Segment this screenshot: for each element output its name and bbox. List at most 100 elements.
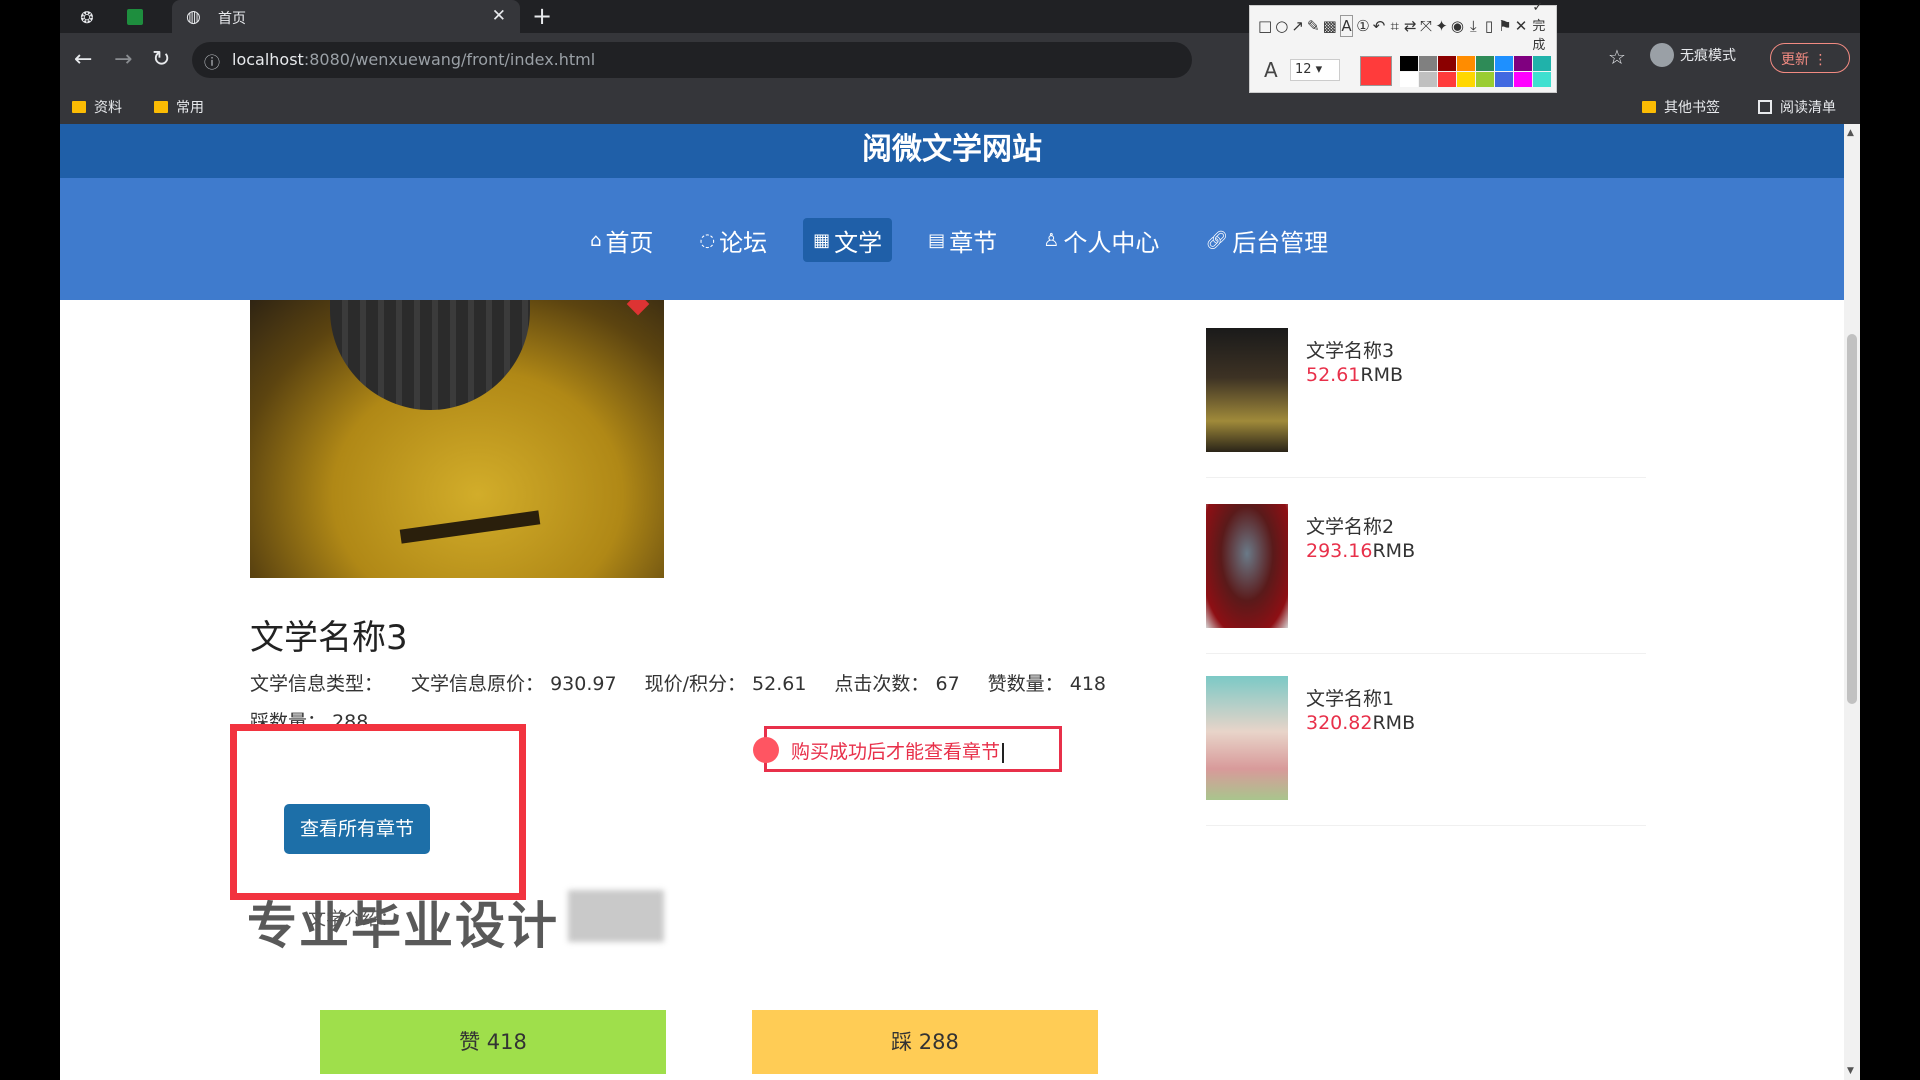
save-icon[interactable]: ▯ (1483, 15, 1496, 37)
color-swatch[interactable] (1514, 72, 1532, 87)
book-thumbnail[interactable] (1206, 676, 1288, 800)
web-page: 阅微文学网站 ⌂ 首页 ◌ 论坛 ▦ 文学 ▤ 章节 ♙ 个人中心 🔗︎ 后台管理 文学名称… (60, 124, 1844, 1080)
book-thumbnail[interactable] (1206, 328, 1288, 452)
reload-icon[interactable]: ↻ (152, 47, 170, 72)
intro-label: 文学介绍： (308, 909, 398, 930)
color-swatch[interactable] (1476, 72, 1494, 87)
done-button[interactable]: ✓ 完成 (1532, 0, 1556, 53)
nav-personal-center[interactable]: ♙ 个人中心 (1033, 218, 1169, 262)
dislike-button[interactable]: 踩 288 (752, 1010, 1098, 1074)
undo-icon[interactable]: ↶ (1373, 15, 1386, 37)
book-current-price: 现价/积分： 52.61 (644, 673, 807, 695)
scrollbar-thumb[interactable] (1847, 334, 1857, 704)
close-tab-icon[interactable]: ✕ (492, 6, 506, 26)
book-type: 文学信息类型： (250, 673, 384, 695)
arrow-tool-icon[interactable]: ↗ (1291, 15, 1304, 37)
reading-list-icon (1758, 100, 1772, 114)
color-swatch[interactable] (1457, 72, 1475, 87)
sidebar-book-name[interactable]: 文学名称1 (1306, 684, 1394, 711)
font-size-select[interactable]: 12 ▾ (1290, 59, 1340, 81)
bookmark-folder-materials[interactable]: 资料 (72, 97, 122, 117)
color-swatch[interactable] (1476, 56, 1494, 71)
color-swatch[interactable] (1514, 56, 1532, 71)
incognito-icon (1650, 43, 1674, 67)
tab-active[interactable]: ◍ 首页 ✕ (172, 0, 520, 33)
ocr-icon[interactable]: ⤧ (1420, 15, 1433, 37)
tab-strip: ❂ ◍ 首页 ✕ + (60, 0, 1860, 33)
rectangle-tool-icon[interactable]: □ (1258, 15, 1272, 37)
browser-menu-icon[interactable]: ❂ (76, 6, 98, 28)
info-icon[interactable]: ⓘ (204, 49, 220, 73)
color-swatch[interactable] (1419, 56, 1437, 71)
sidebar-book-price: 52.61RMB (1306, 364, 1404, 386)
nav-home[interactable]: ⌂ 首页 (580, 218, 663, 262)
annotation-marker-icon (753, 737, 779, 763)
mosaic-tool-icon[interactable]: ▩ (1323, 15, 1337, 37)
book-thumbnail[interactable] (1206, 504, 1288, 628)
translate-icon[interactable]: ⇄ (1404, 15, 1417, 37)
nav-chapters[interactable]: ▤ 章节 (918, 218, 1007, 262)
bookmarks-bar: 资料 常用 其他书签 阅读清单 (60, 88, 1860, 124)
update-button[interactable]: 更新 ⋮ (1770, 43, 1850, 73)
new-tab-icon[interactable]: + (532, 2, 552, 30)
color-swatch[interactable] (1400, 72, 1418, 87)
link-icon: 🔗︎ (1205, 229, 1229, 251)
color-swatch[interactable] (1533, 56, 1551, 71)
annotation-toolbar: □ ○ ↗ ✎ ▩ A ① ↶ ⌗ ⇄ ⤧ ✦ ◉ ⤓ ▯ ⚑ ✕ ✓ 完成 A… (1249, 0, 1557, 93)
color-swatch[interactable] (1495, 72, 1513, 87)
sidebar-book-price: 320.82RMB (1306, 712, 1416, 734)
back-arrow-icon[interactable]: ← (74, 47, 92, 72)
other-bookmarks[interactable]: 其他书签 (1642, 97, 1720, 117)
download-icon[interactable]: ⤓ (1467, 15, 1480, 37)
color-swatch[interactable] (1400, 56, 1418, 71)
cancel-icon[interactable]: ✕ (1515, 15, 1528, 37)
reading-list[interactable]: 阅读清单 (1758, 97, 1836, 117)
browser-window: ❂ ◍ 首页 ✕ + ← → ↻ ⓘ localhost:8080/wenxue… (60, 0, 1860, 1080)
color-swatch[interactable] (1457, 56, 1475, 71)
book-likes: 赞数量： 418 (987, 673, 1106, 695)
current-color-swatch[interactable] (1360, 56, 1392, 86)
forward-arrow-icon[interactable]: → (114, 47, 132, 72)
sidebar-book-item[interactable]: 文学名称2 293.16RMB (1206, 504, 1646, 654)
pen-tool-icon[interactable]: ✎ (1307, 15, 1320, 37)
nav-literature[interactable]: ▦ 文学 (803, 218, 893, 262)
main-navigation: ⌂ 首页 ◌ 论坛 ▦ 文学 ▤ 章节 ♙ 个人中心 🔗︎ 后台管理 (60, 178, 1844, 300)
sidebar-book-name[interactable]: 文学名称3 (1306, 336, 1394, 363)
nav-admin[interactable]: 🔗︎ 后台管理 (1195, 218, 1338, 262)
scroll-down-icon[interactable]: ▼ (1847, 1066, 1854, 1076)
bookmark-star-icon[interactable]: ☆ (1608, 45, 1626, 69)
color-swatch[interactable] (1438, 56, 1456, 71)
address-bar[interactable]: ⓘ localhost:8080/wenxuewang/front/index.… (192, 42, 1192, 78)
site-title: 阅微文学网站 (60, 124, 1844, 178)
ellipse-tool-icon[interactable]: ○ (1275, 15, 1288, 37)
page-scrollbar[interactable]: ▲ ▼ (1844, 124, 1860, 1080)
bookmark-icon[interactable]: ⚑ (1498, 15, 1511, 37)
record-icon[interactable]: ◉ (1451, 15, 1464, 37)
forum-icon: ◌ (699, 229, 716, 251)
book-meta: 文学信息类型： 文学信息原价： 930.97 现价/积分： 52.61 点击次数… (250, 669, 1106, 696)
pin-icon[interactable]: ✦ (1435, 15, 1448, 37)
color-swatch[interactable] (1419, 72, 1437, 87)
nav-forum[interactable]: ◌ 论坛 (689, 218, 777, 262)
book-cover-image (250, 300, 664, 578)
scroll-up-icon[interactable]: ▲ (1847, 128, 1854, 138)
tab-title: 首页 (218, 11, 246, 27)
text-tool-icon[interactable]: A (1339, 15, 1354, 37)
crop-icon[interactable]: ⌗ (1388, 15, 1401, 37)
number-tool-icon[interactable]: ① (1356, 15, 1369, 37)
color-swatch[interactable] (1495, 56, 1513, 71)
color-swatch[interactable] (1533, 72, 1551, 87)
folder-icon (1642, 101, 1656, 113)
color-swatch[interactable] (1438, 72, 1456, 87)
like-button[interactable]: 赞 418 (320, 1010, 666, 1074)
sidebar-book-item[interactable]: 文学名称3 52.61RMB (1206, 328, 1646, 478)
sidebar-book-item[interactable]: 文学名称1 320.82RMB (1206, 676, 1646, 826)
watermark-text: 专业毕业设计 (247, 897, 559, 955)
bookmark-folder-common[interactable]: 常用 (154, 97, 204, 117)
incognito-profile[interactable]: 无痕模式 (1650, 43, 1736, 67)
sidebar-book-name[interactable]: 文学名称2 (1306, 512, 1394, 539)
book-original-price: 文学信息原价： 930.97 (411, 673, 617, 695)
annotation-text-box[interactable]: 购买成功后才能查看章节 (753, 726, 1062, 772)
browser-toolbar: ← → ↻ ⓘ localhost:8080/wenxuewang/front/… (60, 33, 1860, 88)
sheets-tab-icon[interactable] (124, 6, 146, 28)
